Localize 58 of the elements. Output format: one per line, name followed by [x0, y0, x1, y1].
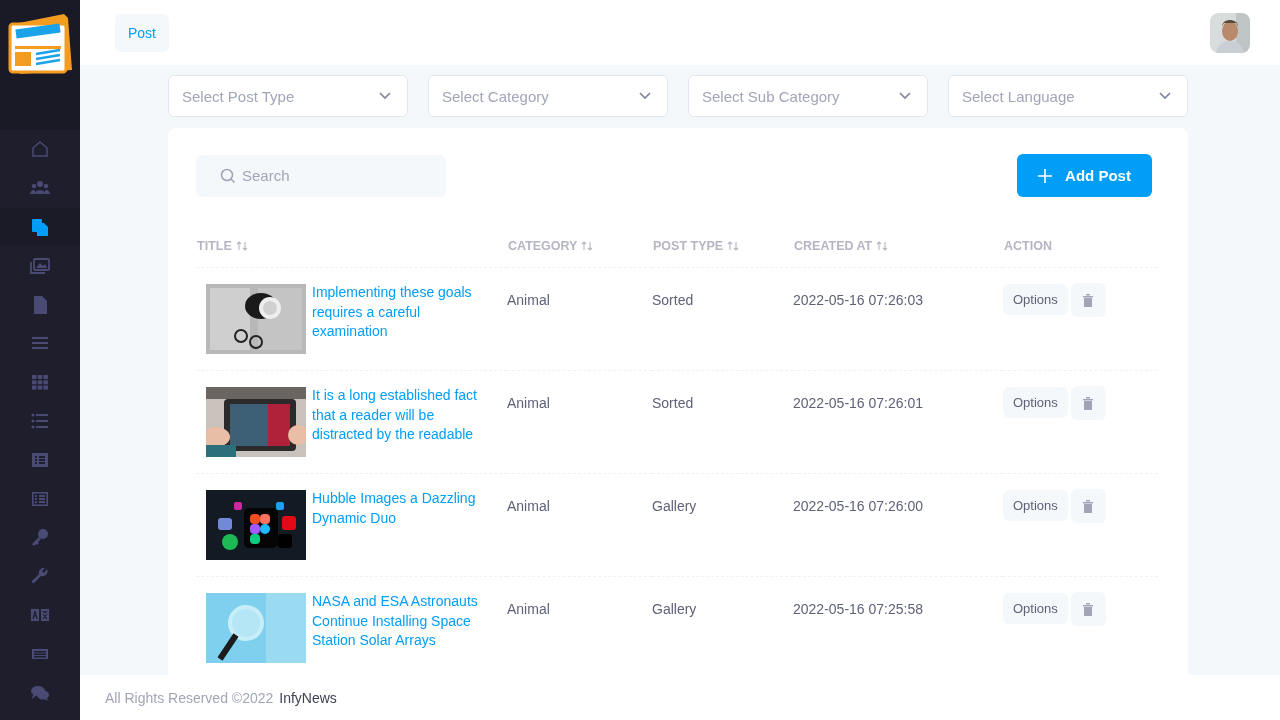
post-title-link[interactable]: NASA and ESA Astronauts Continue Installing Space Station Solar Arrays [312, 592, 484, 663]
delete-button[interactable] [1070, 592, 1106, 626]
home-icon [30, 139, 50, 160]
table-cell: 2022-05-16 07:25:58 [793, 601, 923, 617]
options-button[interactable]: Options [1003, 387, 1068, 418]
column-header: ACTION [1004, 239, 1052, 253]
sort-icon [235, 241, 248, 251]
chevron-down-icon [899, 92, 911, 100]
options-button[interactable]: Options [1003, 593, 1068, 624]
grid-icon [30, 372, 50, 393]
column-header[interactable]: CREATED AT [794, 239, 889, 253]
column-header[interactable]: POST TYPE [653, 239, 740, 253]
plus-icon [1038, 168, 1053, 183]
options-button[interactable]: Options [1003, 284, 1068, 315]
nav-item[interactable] [0, 207, 80, 247]
post-title-link[interactable]: Hubble Images a Dazzling Dynamic Duo [312, 489, 484, 560]
table-cell: Sorted [652, 395, 694, 411]
column-header[interactable]: TITLE [197, 239, 248, 253]
post-title-link[interactable]: Implementing these goals requires a careful examination [312, 283, 484, 354]
documents-icon [30, 217, 50, 237]
brand-link[interactable]: InfyNews [279, 689, 337, 706]
chevron-down-icon [1159, 92, 1171, 100]
chevron-down-icon [639, 92, 651, 100]
column-header[interactable]: CATEGORY [508, 239, 594, 253]
sort-icon [581, 241, 594, 251]
table-cell: Sorted [652, 292, 694, 308]
key-icon [30, 527, 50, 548]
copyright-text: All Rights Reserved ©2022 [105, 689, 274, 706]
table-cell: 2022-05-16 07:26:03 [793, 292, 923, 308]
trash-icon [1083, 499, 1094, 513]
images-icon [30, 255, 50, 276]
chevron-down-icon [379, 92, 391, 100]
dropdown[interactable]: Select Language [948, 75, 1188, 117]
table-cell: 2022-05-16 07:26:01 [793, 395, 923, 411]
table-cell: Animal [507, 498, 550, 514]
table-cell: Gallery [652, 601, 697, 617]
table-cell: Gallery [652, 498, 697, 514]
table-cell: Animal [507, 601, 550, 617]
delete-button[interactable] [1070, 489, 1106, 523]
dropdown[interactable]: Select Sub Category [688, 75, 928, 117]
dropdown[interactable]: Select Post Type [168, 75, 408, 117]
options-button[interactable]: Options [1003, 490, 1068, 521]
trash-icon [1083, 602, 1094, 616]
dropdown[interactable]: Select Category [428, 75, 668, 117]
trash-icon [1083, 396, 1094, 410]
add-post-button[interactable]: Add Post [1017, 154, 1152, 197]
table-cell: 2022-05-16 07:26:00 [793, 498, 923, 514]
sort-icon [876, 241, 889, 251]
newspaper-logo-icon[interactable] [6, 12, 74, 76]
delete-button[interactable] [1070, 386, 1106, 420]
trash-icon [1083, 293, 1094, 307]
table-cell: Animal [507, 292, 550, 308]
search-field[interactable]: Search [196, 154, 446, 197]
table-cell: Animal [507, 395, 550, 411]
post-tab[interactable]: Post [115, 13, 169, 52]
sort-icon [727, 241, 740, 251]
post-title-link[interactable]: It is a long established fact that a reader will be distracted by the readable [312, 386, 484, 457]
delete-button[interactable] [1070, 283, 1106, 317]
